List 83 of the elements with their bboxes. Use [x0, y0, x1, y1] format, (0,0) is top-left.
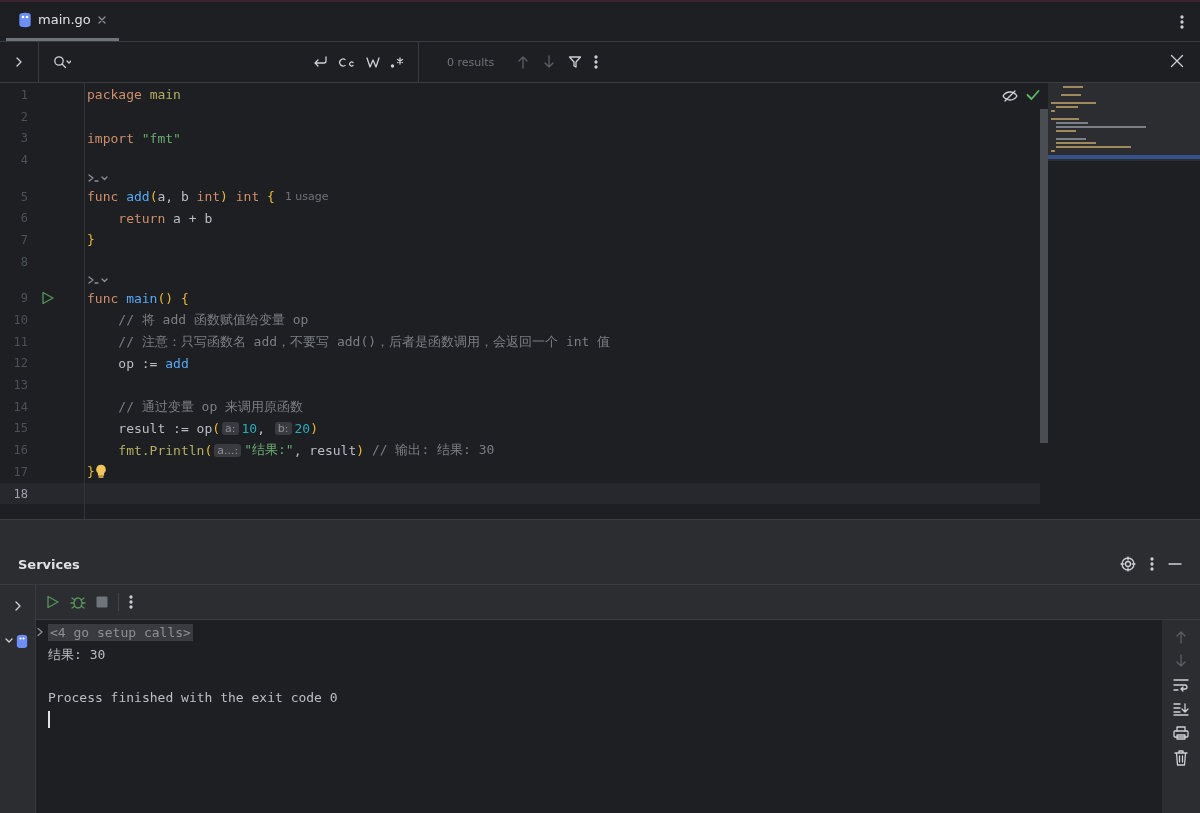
code-comment: // 将 add 函数赋值给变量 op — [117, 311, 309, 330]
code-token: package — [87, 87, 143, 103]
file-tab[interactable]: main.go — [6, 1, 119, 41]
close-icon[interactable] — [1170, 53, 1184, 68]
soft-wrap-icon[interactable] — [1173, 678, 1189, 692]
code-token: return — [117, 210, 166, 226]
text-cursor — [48, 711, 50, 729]
panel-title: Services — [18, 556, 80, 572]
code-token: a, b — [157, 189, 190, 205]
stop-icon[interactable] — [96, 596, 108, 608]
code-vision-icon[interactable] — [87, 172, 109, 185]
code-token: int — [196, 189, 221, 205]
scrollbar[interactable] — [1040, 109, 1048, 443]
code-token: } — [87, 232, 95, 248]
code-token: main — [126, 290, 158, 306]
parameter-hint: b: — [274, 421, 292, 435]
output-line: Process finished with the exit code 0 — [48, 690, 338, 706]
code-token: { — [267, 189, 275, 205]
code-token: ) — [220, 189, 228, 205]
code-token: "fmt" — [141, 130, 181, 146]
usage-hint[interactable]: 1 usage — [284, 190, 329, 204]
more-icon[interactable] — [1180, 15, 1184, 29]
code-token: main — [149, 87, 181, 103]
code-token: func — [87, 189, 120, 205]
code-token: 20 — [294, 420, 311, 436]
print-icon[interactable] — [1173, 726, 1189, 740]
code-token: 10 — [241, 420, 258, 436]
code-token: { — [179, 290, 189, 306]
code-token: int — [234, 189, 261, 205]
newline-icon[interactable] — [312, 55, 328, 69]
output-line: 结果: 30 — [48, 645, 106, 664]
code-comment: // 通过变量 op 来调用原函数 — [117, 397, 304, 416]
code-token: ( — [212, 420, 221, 436]
code-token: result := op — [117, 420, 213, 436]
code-token: add — [126, 189, 150, 205]
code-token: import — [87, 130, 135, 146]
code-token: } — [87, 464, 95, 480]
more-icon[interactable] — [129, 595, 133, 609]
trash-icon[interactable] — [1174, 750, 1188, 766]
gopher-icon — [16, 634, 28, 648]
crosshair-icon[interactable] — [1120, 556, 1136, 572]
more-icon[interactable] — [1150, 557, 1154, 571]
line-number: 18 — [12, 486, 28, 501]
parameter-hint: a: — [222, 421, 239, 435]
lightbulb-icon[interactable] — [94, 463, 107, 480]
parameter-hint: a...: — [214, 443, 242, 457]
run-icon[interactable] — [41, 291, 55, 306]
code-token: "结果:" — [244, 441, 294, 460]
minimap-drawing[interactable] — [1047, 83, 1200, 161]
code-token: a + b — [172, 210, 213, 226]
code-token: add — [165, 355, 189, 371]
match-case-icon[interactable] — [338, 56, 356, 68]
code-comment: // 输出: 结果: 30 — [370, 441, 495, 460]
more-icon[interactable] — [594, 55, 599, 69]
regex-icon[interactable] — [390, 56, 404, 68]
eye-crossed-icon[interactable] — [1002, 89, 1018, 103]
search-icon[interactable] — [53, 55, 71, 69]
code-token: func — [87, 290, 120, 306]
code-token: fmt.Println — [117, 442, 205, 458]
folded-lines[interactable]: <4 go setup calls> — [48, 624, 193, 642]
code-vision-icon[interactable] — [87, 274, 109, 286]
chevron-right-icon[interactable] — [15, 56, 23, 68]
minimize-icon[interactable] — [1168, 562, 1182, 566]
results-count: 0 results — [447, 55, 495, 69]
whole-word-icon[interactable] — [366, 56, 380, 68]
bug-icon[interactable] — [70, 594, 86, 610]
code-token: ( — [204, 442, 213, 458]
gopher-icon — [18, 11, 32, 28]
close-icon[interactable] — [96, 14, 107, 25]
code-token: () — [157, 290, 174, 306]
scroll-to-end-icon[interactable] — [1173, 702, 1189, 716]
code-token: , — [257, 420, 266, 436]
chevron-right-icon[interactable] — [36, 627, 44, 638]
filter-icon[interactable] — [568, 55, 583, 69]
chevron-down-icon[interactable] — [4, 637, 14, 645]
checkmark-icon[interactable] — [1026, 89, 1040, 101]
code-token: ( — [149, 189, 158, 205]
code-token: ) — [310, 420, 318, 436]
code-token: ) — [356, 442, 365, 458]
code-token: , result — [293, 442, 357, 458]
code-token: op := — [117, 355, 159, 371]
run-icon[interactable] — [46, 595, 60, 609]
chevron-right-icon[interactable] — [14, 600, 22, 612]
